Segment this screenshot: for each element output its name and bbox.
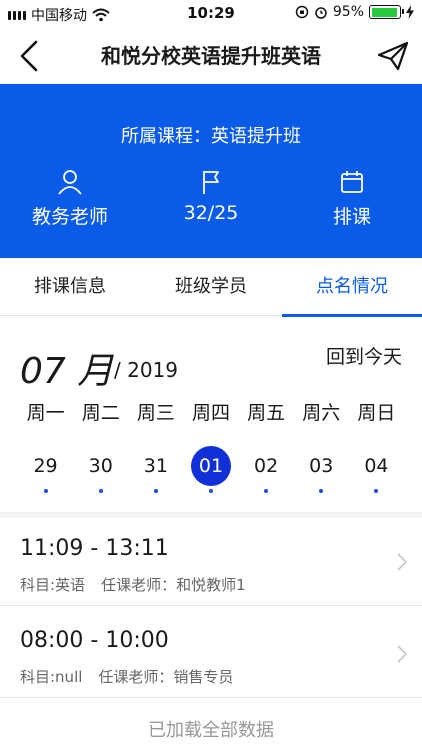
- weekday-label: 周四: [191, 402, 230, 424]
- person-icon: [58, 170, 82, 195]
- date-cell[interactable]: 03: [294, 446, 349, 496]
- all-loaded-text: 已加载全部数据: [148, 720, 274, 741]
- event-dot: [319, 489, 324, 493]
- date-cell-selected[interactable]: 01: [183, 446, 238, 496]
- session-subject: 科目:英语: [20, 576, 86, 594]
- date-number: 03: [309, 455, 334, 477]
- session-time: 11:09 - 13:11: [20, 536, 169, 561]
- event-dot: [153, 489, 158, 493]
- stat-attendance-label: 32/25: [183, 202, 239, 224]
- date-number: 30: [88, 455, 113, 477]
- weekday-label: 周六: [302, 402, 341, 424]
- weekday-label: 周二: [81, 402, 120, 424]
- tab-roll-call[interactable]: 点名情况: [282, 258, 422, 317]
- date-cell[interactable]: 30: [73, 446, 128, 496]
- event-dot: [43, 489, 48, 493]
- session-time: 08:00 - 10:00: [20, 628, 169, 653]
- battery-icon: [369, 5, 404, 19]
- course-name: 所属课程：英语提升班: [121, 126, 301, 147]
- calendar-month: 07 月: [20, 351, 114, 392]
- date-number: 29: [33, 455, 58, 477]
- date-number: 31: [143, 455, 168, 477]
- event-dot: [208, 489, 213, 493]
- date-cell[interactable]: 31: [128, 446, 183, 496]
- course-banner: 所属课程：英语提升班 教务老师 32/25 排课: [0, 84, 422, 258]
- session-teacher: 任课老师：销售专员: [98, 668, 234, 686]
- calendar-icon: [341, 171, 363, 193]
- date-number: 04: [364, 455, 389, 477]
- battery-percent: 95%: [332, 4, 364, 20]
- date-number: 02: [254, 455, 279, 477]
- session-item[interactable]: 08:00 - 10:00 科目:null 任课老师：销售专员: [0, 610, 422, 698]
- session-item[interactable]: 11:09 - 13:11 科目:英语 任课老师：和悦教师1: [0, 518, 422, 606]
- weekday-label: 周三: [136, 402, 175, 424]
- weekday-header: 周一 周二 周三 周四 周五 周六 周日: [18, 398, 404, 425]
- page-title: 和悦分校英语提升班英语: [101, 44, 321, 68]
- session-meta: 科目:null 任课老师：销售专员: [20, 666, 233, 687]
- navigation-bar: 和悦分校英语提升班英语: [0, 28, 422, 84]
- week-calendar: 07 月 / 2019 回到今天 周一 周二 周三 周四 周五 周六 周日 29…: [0, 316, 422, 512]
- rotation-lock-icon: [295, 5, 309, 19]
- session-teacher: 任课老师：和悦教师1: [101, 576, 246, 594]
- alarm-icon: [315, 7, 327, 19]
- session-subject: 科目:null: [20, 668, 83, 686]
- date-cell[interactable]: 29: [18, 446, 73, 496]
- event-dot: [374, 489, 379, 493]
- date-row: 29 30 31 01 02 03 04: [18, 446, 404, 496]
- date-cell[interactable]: 04: [349, 446, 404, 496]
- send-icon[interactable]: [376, 40, 410, 72]
- chevron-right-icon: [397, 553, 408, 571]
- date-number: 01: [190, 446, 231, 486]
- back-arrow-icon[interactable]: [14, 38, 46, 74]
- status-right: 95%: [295, 4, 414, 20]
- stat-teacher-label: 教务老师: [31, 206, 108, 228]
- weekday-label: 周日: [357, 402, 396, 424]
- status-bar: 中国移动 10:29 95%: [0, 0, 422, 28]
- charging-icon: [406, 5, 414, 19]
- flag-icon: [203, 171, 219, 194]
- event-dot: [98, 489, 103, 493]
- chevron-right-icon: [397, 645, 408, 663]
- stat-teacher[interactable]: 教务老师: [0, 168, 140, 229]
- weekday-label: 周五: [247, 402, 286, 424]
- weekday-label: 周一: [26, 402, 65, 424]
- event-dot: [264, 489, 269, 493]
- tab-bar: 排课信息 班级学员 点名情况: [0, 258, 422, 317]
- tab-schedule-info[interactable]: 排课信息: [0, 258, 140, 316]
- tab-class-students[interactable]: 班级学员: [141, 258, 281, 316]
- session-meta: 科目:英语 任课老师：和悦教师1: [20, 574, 246, 595]
- stat-attendance[interactable]: 32/25: [141, 168, 281, 224]
- stat-schedule-label: 排课: [332, 206, 371, 228]
- back-to-today-button[interactable]: 回到今天: [326, 342, 402, 369]
- calendar-year: / 2019: [114, 358, 178, 382]
- date-cell[interactable]: 02: [239, 446, 294, 496]
- stat-schedule[interactable]: 排课: [282, 168, 422, 229]
